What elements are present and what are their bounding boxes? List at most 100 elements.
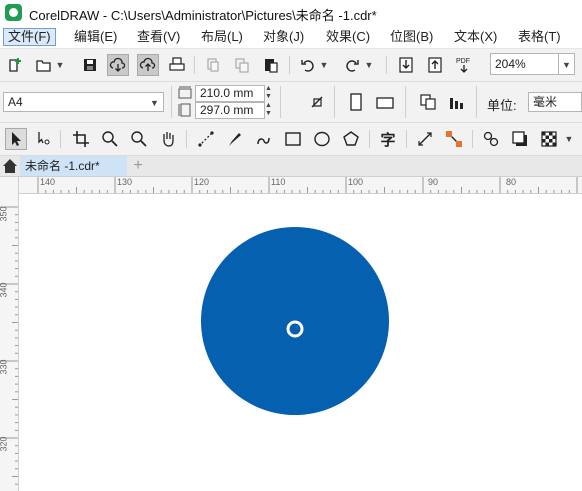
hruler-label: 100 xyxy=(348,177,364,187)
menu-file[interactable]: 文件(F) xyxy=(3,28,56,46)
portrait-icon[interactable] xyxy=(345,91,367,113)
toolbar-separator xyxy=(60,130,61,148)
toolbar-separator xyxy=(472,130,473,148)
blend-icon[interactable] xyxy=(480,128,502,150)
menu-view[interactable]: 查看(V) xyxy=(133,28,184,46)
menu-effects[interactable]: 效果(C) xyxy=(322,28,374,46)
property-bar: A4 ▼ 210.0 mm ▲ ▼ 297.0 mm ▲ ▼ 单位: 毫米 xyxy=(0,82,582,123)
connector-icon[interactable] xyxy=(443,128,465,150)
units-label: 单位: xyxy=(487,98,517,113)
hruler-label: 110 xyxy=(271,177,286,187)
drawing-canvas[interactable] xyxy=(19,194,582,491)
window-title: CorelDRAW - C:\Users\Administrator\Pictu… xyxy=(29,8,377,23)
zoom-level-field[interactable]: 204% xyxy=(490,53,559,75)
canvas-svg xyxy=(201,227,389,415)
open-icon[interactable] xyxy=(33,54,55,76)
add-document-tab-button[interactable]: + xyxy=(128,156,148,176)
transparency-icon[interactable] xyxy=(538,128,560,150)
page-layout-icon[interactable] xyxy=(306,91,328,113)
page-width-icon xyxy=(178,86,192,100)
toolbar-separator xyxy=(171,86,172,118)
svg-text:PDF: PDF xyxy=(456,58,470,65)
toolbar-separator xyxy=(369,130,370,148)
coreldraw-logo-icon xyxy=(5,4,22,21)
toolbar-separator xyxy=(289,56,290,74)
bspline-icon[interactable] xyxy=(253,128,275,150)
redo-icon[interactable] xyxy=(341,54,363,76)
page-width-field[interactable]: 210.0 mm xyxy=(195,85,265,102)
page-width-spinner[interactable]: ▲ ▼ xyxy=(265,85,274,102)
toolbar-separator xyxy=(280,86,281,118)
page-height-icon xyxy=(178,103,192,117)
copy-icon[interactable] xyxy=(231,54,253,76)
undo-icon[interactable] xyxy=(297,54,319,76)
toolbar-separator xyxy=(186,130,187,148)
open-recent-dropdown[interactable]: ▼ xyxy=(56,54,65,76)
pdf-icon[interactable]: PDF xyxy=(453,54,475,76)
page-height-field[interactable]: 297.0 mm xyxy=(195,102,265,119)
menu-table[interactable]: 表格(T) xyxy=(514,28,565,46)
cloud-upload-icon[interactable] xyxy=(137,54,159,76)
hruler-label: 80 xyxy=(506,177,517,187)
standard-toolbar: ▼ ▼ ▼ PDF 204% ▼ xyxy=(0,49,582,82)
vruler-label: 330 xyxy=(0,359,9,375)
ellipse-tool-icon[interactable] xyxy=(311,128,333,150)
chevron-down-icon: ▼ xyxy=(150,98,159,108)
toolbar-separator xyxy=(386,56,387,74)
hruler-label: 140 xyxy=(40,177,56,187)
shape-tool-icon[interactable] xyxy=(33,128,55,150)
cloud-download-icon[interactable] xyxy=(107,54,129,76)
text-tool-icon[interactable]: 字 xyxy=(377,128,399,150)
freehand-tool-icon[interactable] xyxy=(195,128,217,150)
save-icon[interactable] xyxy=(79,54,101,76)
vruler-label: 340 xyxy=(0,282,9,298)
toolbar-separator xyxy=(476,86,477,118)
zoom-tool-icon[interactable] xyxy=(99,128,121,150)
document-tab[interactable]: 未命名 -1.cdr* xyxy=(20,156,127,176)
document-tab-label: 未命名 -1.cdr* xyxy=(25,159,100,173)
crop-tool-icon[interactable] xyxy=(70,128,92,150)
export-icon[interactable] xyxy=(424,54,446,76)
print-icon[interactable] xyxy=(166,54,188,76)
page-size-select[interactable]: A4 xyxy=(3,92,164,112)
menu-layout[interactable]: 布局(L) xyxy=(197,28,247,46)
current-page-icon[interactable] xyxy=(446,91,468,113)
horizontal-ruler[interactable]: 140 130 120 110 100 90 80 xyxy=(18,177,582,194)
polygon-tool-icon[interactable] xyxy=(340,128,362,150)
more-tools-dropdown[interactable]: ▼ xyxy=(565,128,574,150)
vruler-label: 350 xyxy=(0,206,9,222)
import-icon[interactable] xyxy=(395,54,417,76)
vertical-ruler[interactable]: 350 340 330 320 xyxy=(0,177,19,491)
toolbar-separator xyxy=(334,86,335,118)
parallel-dimension-icon[interactable] xyxy=(414,128,436,150)
menu-object[interactable]: 对象(J) xyxy=(259,28,308,46)
undo-dropdown[interactable]: ▼ xyxy=(320,54,329,76)
menu-text[interactable]: 文本(X) xyxy=(450,28,501,46)
drop-shadow-icon[interactable] xyxy=(509,128,531,150)
document-tab-bar: 未命名 -1.cdr* + xyxy=(0,156,582,177)
zoom-level-dropdown[interactable]: ▼ xyxy=(559,53,575,75)
home-icon[interactable] xyxy=(2,158,18,174)
redo-dropdown[interactable]: ▼ xyxy=(365,54,374,76)
toolbox: 字 ▼ xyxy=(0,123,582,156)
pick-tool-icon[interactable] xyxy=(5,128,27,150)
page-height-spinner[interactable]: ▲ ▼ xyxy=(265,102,274,119)
menu-edit[interactable]: 编辑(E) xyxy=(70,28,121,46)
toolbar-separator xyxy=(194,56,195,74)
cut-icon[interactable] xyxy=(202,54,224,76)
all-pages-icon[interactable] xyxy=(417,91,439,113)
title-bar: CorelDRAW - C:\Users\Administrator\Pictu… xyxy=(0,0,582,26)
units-select[interactable]: 毫米 xyxy=(528,92,582,112)
zoom-out-icon[interactable] xyxy=(128,128,150,150)
landscape-icon[interactable] xyxy=(374,91,396,113)
new-document-icon[interactable] xyxy=(5,54,27,76)
horizontal-ruler-ticks xyxy=(37,177,578,193)
toolbar-separator xyxy=(406,130,407,148)
paste-icon[interactable] xyxy=(260,54,282,76)
menu-bar: 文件(F) 编辑(E) 查看(V) 布局(L) 对象(J) 效果(C) 位图(B… xyxy=(0,26,582,49)
rectangle-tool-icon[interactable] xyxy=(282,128,304,150)
pan-tool-icon[interactable] xyxy=(157,128,179,150)
menu-bitmaps[interactable]: 位图(B) xyxy=(386,28,437,46)
artistic-media-icon[interactable] xyxy=(224,128,246,150)
hruler-label: 120 xyxy=(194,177,210,187)
